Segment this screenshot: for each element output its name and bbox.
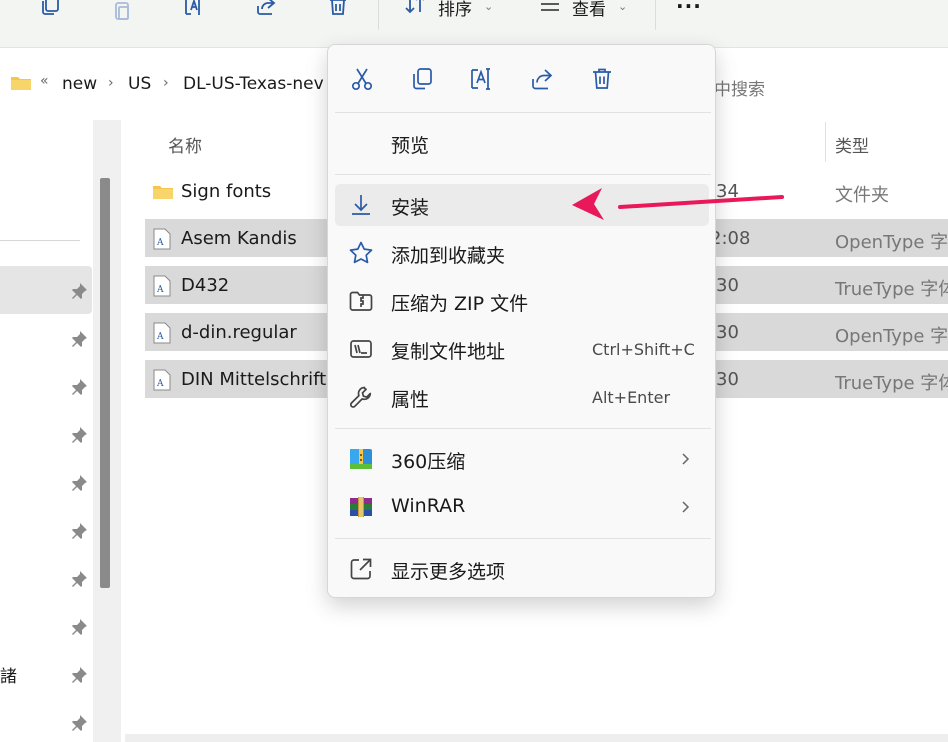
menu-divider <box>335 112 711 113</box>
file-name[interactable]: Sign fonts <box>181 181 271 202</box>
paste-icon[interactable] <box>110 0 134 22</box>
sort-button[interactable]: 排序 <box>438 0 472 20</box>
menu-divider <box>335 174 711 175</box>
chevron-right-icon[interactable]: › <box>108 75 114 91</box>
menu-item-label: WinRAR <box>391 495 466 517</box>
zip-folder-icon <box>348 288 374 314</box>
file-type: OpenType 字 <box>835 232 948 253</box>
font-file-icon: A <box>152 369 172 391</box>
horizontal-scrollbar[interactable] <box>125 734 948 742</box>
pin-icon[interactable] <box>70 330 88 348</box>
pin-icon[interactable] <box>70 426 88 444</box>
svg-text:A: A <box>156 379 164 389</box>
menu-item-label: 添加到收藏夹 <box>391 245 506 267</box>
view-button[interactable]: 查看 <box>572 0 606 20</box>
search-input[interactable]: 中搜索 <box>714 75 765 100</box>
sort-icon[interactable] <box>403 0 427 16</box>
pin-icon[interactable] <box>70 618 88 636</box>
command-bar <box>0 0 948 48</box>
file-date: 30 <box>716 369 739 390</box>
font-file-icon: A <box>152 228 172 250</box>
share-icon[interactable] <box>254 0 278 18</box>
pin-icon[interactable] <box>70 282 88 300</box>
breadcrumb-overflow[interactable]: « <box>40 73 49 89</box>
file-date: 30 <box>716 275 739 296</box>
menu-divider <box>335 428 711 429</box>
rename-icon[interactable] <box>182 0 206 18</box>
wrench-icon <box>348 384 374 410</box>
column-header-type[interactable]: 类型 <box>835 132 869 157</box>
svg-text:A: A <box>156 285 164 295</box>
cut-icon[interactable] <box>349 66 375 92</box>
nav-divider <box>0 240 80 241</box>
file-type: OpenType 字 <box>835 326 948 347</box>
menu-item-label: 安装 <box>391 197 430 219</box>
folder-icon <box>152 183 174 201</box>
column-divider[interactable] <box>825 122 826 162</box>
360-zip-icon <box>348 446 374 472</box>
pin-icon[interactable] <box>70 378 88 396</box>
chevron-down-icon: ⌄ <box>618 0 628 13</box>
file-name[interactable]: DIN Mittelschrift <box>181 369 326 390</box>
open-external-icon <box>348 556 374 582</box>
menu-divider <box>335 538 711 539</box>
toolbar-divider <box>378 0 379 30</box>
menu-item-shortcut: Alt+Enter <box>592 388 671 407</box>
nav-scrollbar-thumb[interactable] <box>100 178 110 588</box>
annotation-arrow <box>560 180 790 230</box>
svg-text:A: A <box>156 238 164 248</box>
menu-item-shortcut: Ctrl+Shift+C <box>592 340 695 359</box>
breadcrumb-item-new[interactable]: new <box>62 74 97 94</box>
chevron-down-icon: ⌄ <box>484 0 494 13</box>
file-type: TrueType 字体 <box>835 279 948 300</box>
share-icon[interactable] <box>529 66 555 92</box>
menu-item-label: 360压缩 <box>391 451 466 473</box>
file-type: 文件夹 <box>835 185 889 206</box>
winrar-icon <box>348 494 374 520</box>
pin-icon[interactable] <box>70 570 88 588</box>
file-name[interactable]: Asem Kandis <box>181 228 297 249</box>
rename-icon[interactable] <box>469 66 495 92</box>
file-name[interactable]: d-din.regular <box>181 322 297 343</box>
pin-icon[interactable] <box>70 522 88 540</box>
copy-icon[interactable] <box>409 66 435 92</box>
file-name[interactable]: D432 <box>181 275 229 296</box>
file-date: 2:08 <box>710 228 751 249</box>
pin-icon[interactable] <box>70 714 88 732</box>
download-icon <box>348 192 374 218</box>
chevron-right-icon <box>678 500 692 514</box>
delete-icon[interactable] <box>589 66 615 92</box>
menu-item-label: 复制文件地址 <box>391 341 506 363</box>
star-icon <box>348 240 374 266</box>
column-header-name[interactable]: 名称 <box>168 132 202 157</box>
pin-icon[interactable] <box>70 666 88 684</box>
copy-icon[interactable] <box>38 0 62 18</box>
menu-item-label: 压缩为 ZIP 文件 <box>391 293 529 315</box>
delete-icon[interactable] <box>326 0 350 18</box>
toolbar-divider <box>655 0 656 30</box>
menu-item-label: 预览 <box>391 135 430 157</box>
menu-item-label: 显示更多选项 <box>391 561 506 583</box>
more-options-button[interactable]: ··· <box>676 0 702 18</box>
breadcrumb-item-us[interactable]: US <box>128 74 151 94</box>
pin-icon[interactable] <box>70 474 88 492</box>
nav-item-label[interactable]: 諸 <box>0 662 17 687</box>
file-date: 30 <box>716 322 739 343</box>
font-file-icon: A <box>152 275 172 297</box>
svg-text:A: A <box>156 332 164 342</box>
chevron-right-icon <box>678 452 692 466</box>
file-type: TrueType 字体 <box>835 373 948 394</box>
copy-path-icon <box>348 336 374 362</box>
folder-icon <box>10 74 32 92</box>
font-file-icon: A <box>152 322 172 344</box>
view-icon[interactable] <box>538 0 562 16</box>
chevron-right-icon[interactable]: › <box>163 75 169 91</box>
menu-item-label: 属性 <box>391 389 430 411</box>
breadcrumb-item-folder[interactable]: DL-US-Texas-nev <box>183 74 324 94</box>
